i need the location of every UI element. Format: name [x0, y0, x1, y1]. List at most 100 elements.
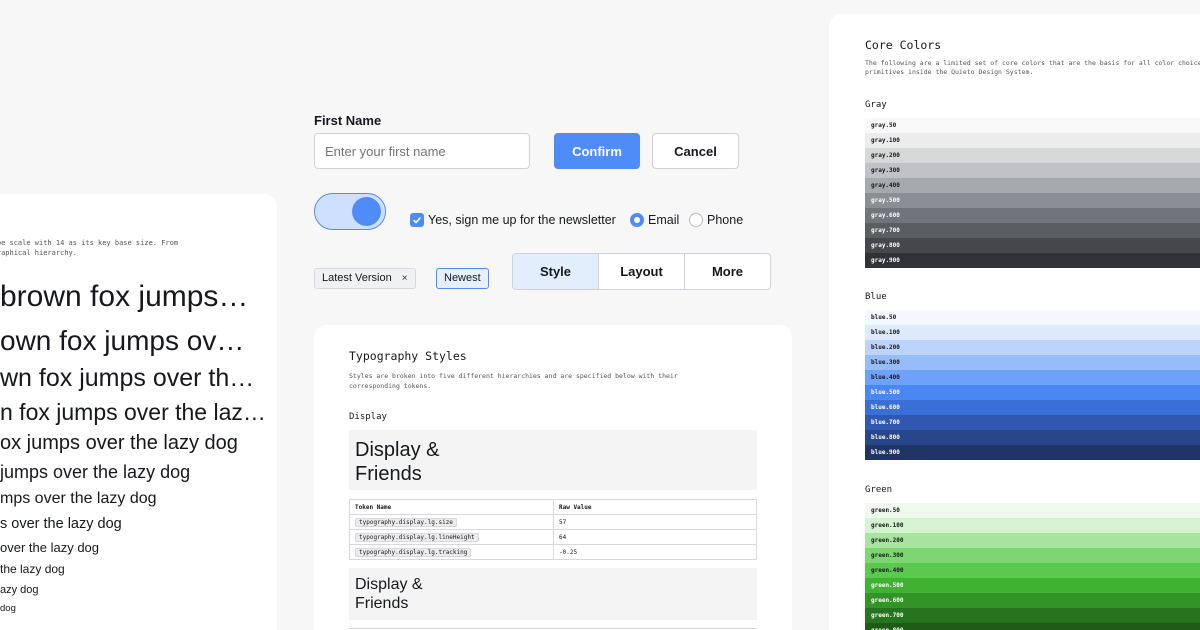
display-section-title: Display [349, 412, 387, 422]
radio-email-label: Email [648, 213, 680, 227]
color-swatch: blue.700 [865, 415, 1200, 430]
color-swatch: blue.400 [865, 370, 1200, 385]
token-table: Token Name Raw Value typography.display.… [349, 499, 757, 560]
color-swatch: gray.300 [865, 163, 1200, 178]
type-scale-sample-11: azy dog [0, 584, 39, 596]
token-cell: typography.display.lg.lineHeight [349, 529, 554, 545]
display-sample-line2: Friends [355, 463, 422, 485]
first-name-input[interactable] [314, 133, 530, 169]
latest-version-chip: Latest Version × [314, 268, 416, 289]
display-sample-2: Display & Friends [349, 568, 757, 620]
type-scale-sample-10: the lazy dog [0, 562, 65, 576]
color-swatch: green.400 [865, 563, 1200, 578]
color-swatch: green.200 [865, 533, 1200, 548]
type-scale-description-line1: d type scale with 14 as its key base siz… [0, 239, 179, 247]
newsletter-checkbox[interactable] [410, 213, 424, 227]
color-swatch: blue.100 [865, 325, 1200, 340]
raw-value: 57 [553, 514, 757, 530]
toggle-switch[interactable] [314, 193, 386, 230]
segment-more[interactable]: More [685, 254, 770, 289]
swatch-list-gray: gray.50 gray.100 gray.200 gray.300 gray.400 g… [865, 118, 1200, 268]
close-icon[interactable]: × [402, 269, 408, 288]
segment-layout[interactable]: Layout [599, 254, 685, 289]
swatch-list-green: green.50 green.100 green.200 green.300 green… [865, 503, 1200, 630]
color-swatch: blue.800 [865, 430, 1200, 445]
core-colors-description-line2: primitives inside the Quieto Design Syst… [865, 68, 1034, 76]
type-scale-sample-1: brown fox jumps… [0, 280, 249, 313]
type-scale-sample-2: own fox jumps ov… [0, 325, 245, 356]
color-swatch: blue.500 [865, 385, 1200, 400]
cancel-button[interactable]: Cancel [652, 133, 739, 169]
table-row: typography.display.lg.size 57 [349, 514, 757, 530]
color-swatch: gray.900 [865, 253, 1200, 268]
core-colors-description-line1: The following are a limited set of core … [865, 59, 1200, 67]
color-swatch: blue.600 [865, 400, 1200, 415]
core-colors-description: The following are a limited set of core … [865, 59, 1200, 77]
type-scale-description: d type scale with 14 as its key base siz… [0, 238, 277, 258]
color-swatch: gray.700 [865, 223, 1200, 238]
swatch-list-blue: blue.50 blue.100 blue.200 blue.300 blue.400 b… [865, 310, 1200, 460]
type-scale-sample-12: dog [0, 603, 16, 614]
raw-value: -0.25 [553, 544, 757, 560]
color-swatch: gray.50 [865, 118, 1200, 133]
color-swatch: gray.500 [865, 193, 1200, 208]
token-name: typography.display.lg.size [355, 517, 457, 527]
radio-phone[interactable] [689, 213, 703, 227]
raw-value: 64 [553, 529, 757, 545]
color-swatch: green.500 [865, 578, 1200, 593]
display-sample-2-line2: Friends [355, 595, 409, 612]
color-swatch: blue.200 [865, 340, 1200, 355]
color-swatch: green.700 [865, 608, 1200, 623]
first-name-label: First Name [314, 113, 382, 128]
confirm-button[interactable]: Confirm [554, 133, 640, 169]
type-scale-sample-6: jumps over the lazy dog [0, 462, 191, 482]
core-colors-title: Core Colors [865, 38, 942, 52]
color-swatch: gray.400 [865, 178, 1200, 193]
radio-phone-label: Phone [707, 213, 744, 227]
color-swatch: green.300 [865, 548, 1200, 563]
color-swatch: green.50 [865, 503, 1200, 518]
newest-badge: Newest [436, 268, 489, 289]
table-header-token: Token Name [349, 499, 554, 515]
type-scale-sample-8: s over the lazy dog [0, 516, 122, 532]
typography-styles-card: Typography Styles Styles are broken into… [314, 325, 792, 630]
table-row: typography.display.lg.tracking -0.25 [349, 544, 757, 560]
color-group-title-green: Green [865, 485, 893, 495]
token-name: typography.display.lg.tracking [355, 547, 472, 557]
color-group-title-gray: Gray [865, 100, 887, 110]
token-name: typography.display.lg.lineHeight [355, 532, 479, 542]
core-colors-card: Core Colors The following are a limited … [829, 14, 1200, 630]
divider [349, 628, 757, 629]
newsletter-label: Yes, sign me up for the newsletter [428, 213, 616, 227]
table-header-value: Raw Value [553, 499, 757, 515]
table-row: typography.display.lg.lineHeight 64 [349, 529, 757, 545]
color-group-title-blue: Blue [865, 292, 887, 302]
color-swatch: gray.600 [865, 208, 1200, 223]
token-cell: typography.display.lg.tracking [349, 544, 554, 560]
display-sample: Display & Friends [349, 430, 757, 490]
type-scale-sample-9: over the lazy dog [0, 540, 100, 555]
display-sample-line1: Display & [355, 439, 440, 461]
radio-email[interactable] [630, 213, 644, 227]
segment-style[interactable]: Style [513, 254, 599, 289]
color-swatch: gray.200 [865, 148, 1200, 163]
chip-label: Latest Version [322, 272, 392, 284]
type-scale-sample-5: ox jumps over the lazy dog [0, 432, 238, 454]
color-swatch: blue.50 [865, 310, 1200, 325]
type-scale-description-line2: ypographical hierarchy. [0, 249, 77, 257]
token-cell: typography.display.lg.size [349, 514, 554, 530]
color-swatch: blue.300 [865, 355, 1200, 370]
color-swatch: blue.900 [865, 445, 1200, 460]
checkmark-icon [412, 216, 422, 224]
segmented-control: Style Layout More [512, 253, 771, 290]
toggle-knob [352, 197, 381, 226]
color-swatch: green.100 [865, 518, 1200, 533]
color-swatch: gray.800 [865, 238, 1200, 253]
typography-description: Styles are broken into five different hi… [349, 372, 678, 390]
type-scale-sample-7: mps over the lazy dog [0, 490, 157, 507]
color-swatch: green.800 [865, 623, 1200, 630]
table-header-row: Token Name Raw Value [349, 499, 757, 515]
type-scale-sample-4: n fox jumps over the laz… [0, 399, 266, 425]
display-sample-2-line1: Display & [355, 576, 423, 593]
typography-title: Typography Styles [349, 349, 467, 363]
